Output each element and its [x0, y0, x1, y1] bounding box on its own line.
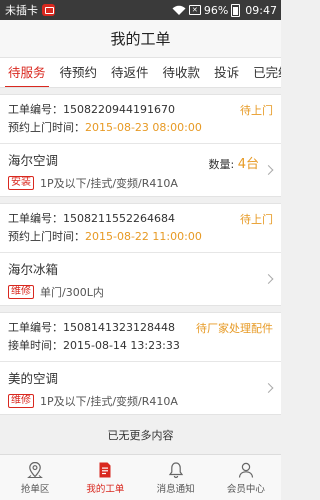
order-time: 2015-08-23 08:00:00 [85, 121, 202, 134]
status-icons: ✕ 96% 09:47 [172, 0, 277, 20]
order-number-row: 工单编号：1508220944191670 [8, 101, 273, 119]
order-number: 1508141323128448 [63, 321, 175, 334]
order-time-row: 预约上门时间：2015-08-22 11:00:00 [8, 228, 273, 246]
nav-member-center[interactable]: 会员中心 [211, 455, 281, 500]
quantity: 数量: 4台 [209, 153, 259, 172]
wifi-icon [172, 5, 186, 15]
location-pin-icon [27, 461, 44, 478]
clock: 09:47 [245, 3, 277, 17]
product-name: 海尔冰箱 [8, 262, 59, 277]
carrier-label: 未插卡 [5, 2, 55, 18]
product-spec: 1P及以下/挂式/变频/R410A [40, 177, 178, 190]
order-card-product[interactable]: 海尔空调 安装 1P及以下/挂式/变频/R410A 数量: 4台 [0, 144, 281, 196]
quantity-label: 数量: [208, 158, 238, 171]
order-number-row: 工单编号：1508211552264684 [8, 210, 273, 228]
order-number: 1508220944191670 [63, 103, 175, 116]
document-icon [99, 462, 111, 477]
order-number-label: 工单编号： [8, 212, 63, 225]
tab-pending-return[interactable]: 待返件 [111, 58, 149, 87]
product-spec: 单门/300L内 [40, 286, 104, 299]
order-card-header: 工单编号：1508141323128448 接单时间：2015-08-14 13… [0, 313, 281, 362]
carrier-text: 未插卡 [5, 4, 38, 17]
product-detail: 维修 单门/300L内 [8, 284, 273, 300]
status-badge: 待厂家处理配件 [196, 322, 273, 335]
tab-complaint[interactable]: 投诉 [214, 58, 239, 87]
product-spec: 1P及以下/挂式/变频/R410A [40, 395, 178, 408]
battery-percent: 96% [203, 3, 229, 17]
page-title: 我的工单 [0, 20, 281, 58]
tab-completed[interactable]: 已完结 [253, 58, 281, 87]
bottom-nav: 抢单区 我的工单 消息通知 会员中心 [0, 454, 281, 500]
bell-icon [168, 461, 183, 478]
order-card: 工单编号：1508141323128448 接单时间：2015-08-14 13… [0, 312, 281, 415]
order-card-header: 工单编号：1508220944191670 预约上门时间：2015-08-23 … [0, 95, 281, 144]
order-number: 1508211552264684 [63, 212, 175, 225]
battery-icon [231, 3, 241, 17]
order-card-header: 工单编号：1508211552264684 预约上门时间：2015-08-22 … [0, 204, 281, 253]
product-name: 美的空调 [8, 371, 59, 386]
nav-label: 消息通知 [156, 483, 195, 495]
order-time-label: 预约上门时间： [8, 230, 85, 243]
order-card: 工单编号：1508211552264684 预约上门时间：2015-08-22 … [0, 203, 281, 306]
nav-grab-orders[interactable]: 抢单区 [0, 455, 70, 500]
order-tabs: 待服务 待预约 待返件 待收款 投诉 已完结 [0, 58, 281, 88]
order-time: 2015-08-22 11:00:00 [85, 230, 202, 243]
tab-pending-payment[interactable]: 待收款 [163, 58, 201, 87]
nav-label: 我的工单 [86, 483, 125, 495]
status-badge: 待上门 [240, 104, 273, 117]
tab-pending-appointment[interactable]: 待预约 [60, 58, 98, 87]
order-number-label: 工单编号： [8, 321, 63, 334]
quantity-value: 4台 [237, 157, 259, 172]
order-time-label: 预约上门时间： [8, 121, 85, 134]
no-sim-icon: ✕ [188, 5, 201, 15]
nav-label: 抢单区 [20, 483, 50, 495]
order-time-row: 预约上门时间：2015-08-23 08:00:00 [8, 119, 273, 137]
nav-notifications[interactable]: 消息通知 [141, 455, 211, 500]
order-time-row: 接单时间：2015-08-14 13:23:33 [8, 337, 273, 355]
status-bar: 未插卡 ✕ 96% 09:47 [0, 0, 281, 20]
order-number-label: 工单编号： [8, 103, 63, 116]
status-badge: 待上门 [240, 213, 273, 226]
service-type-tag: 安装 [8, 176, 34, 190]
product-detail: 安装 1P及以下/挂式/变频/R410A [8, 175, 273, 191]
app-notification-icon [42, 4, 55, 16]
product-detail: 维修 1P及以下/挂式/变频/R410A [8, 393, 273, 409]
order-card-product[interactable]: 海尔冰箱 维修 单门/300L内 [0, 253, 281, 305]
list-end-text: 已无更多内容 [107, 429, 174, 442]
service-type-tag: 维修 [8, 285, 34, 299]
order-card-product[interactable]: 美的空调 维修 1P及以下/挂式/变频/R410A [0, 362, 281, 414]
service-type-tag: 维修 [8, 394, 34, 408]
order-card: 工单编号：1508220944191670 预约上门时间：2015-08-23 … [0, 94, 281, 197]
order-time-label: 接单时间： [8, 339, 63, 352]
order-time: 2015-08-14 13:23:33 [63, 339, 180, 352]
user-icon [238, 462, 253, 478]
tab-pending-service[interactable]: 待服务 [5, 58, 48, 87]
nav-my-orders[interactable]: 我的工单 [70, 455, 140, 500]
nav-label: 会员中心 [226, 483, 265, 495]
